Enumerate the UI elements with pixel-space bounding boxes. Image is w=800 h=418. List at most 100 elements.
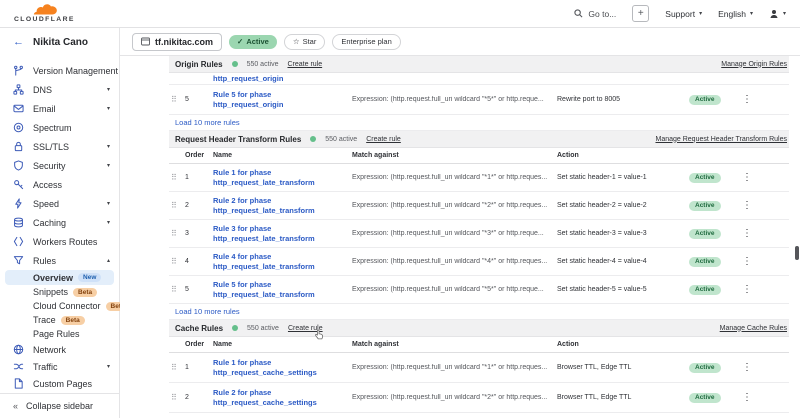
sidebar-item-spectrum[interactable]: Spectrum [0, 118, 119, 137]
col-match: Match against [352, 152, 557, 159]
sidebar-item-dns[interactable]: DNS ▾ [0, 80, 119, 99]
active-count: 550 active [247, 325, 279, 332]
shield-icon [13, 160, 24, 171]
drag-handle-icon[interactable]: ⠿ [169, 174, 185, 182]
goto-label: Go to... [588, 9, 616, 19]
rule-action: Set static header-3 = value-3 [557, 230, 689, 237]
section-title: Cache Rules [175, 324, 223, 333]
manage-transform-rules-link[interactable]: Manage Request Header Transform Rules [655, 136, 787, 143]
rule-match: Expression: (http.request.full_uri wildc… [352, 258, 557, 265]
star-button[interactable]: ☆ Star [284, 34, 326, 50]
sidebar-item-speed[interactable]: Speed ▾ [0, 194, 119, 213]
rule-order: 2 [185, 394, 213, 401]
sidebar-item-custom-pages[interactable]: Custom Pages [0, 375, 119, 392]
col-order: Order [185, 341, 213, 348]
rule-name-link[interactable]: Rule 2 for phasehttp_request_cache_setti… [213, 388, 352, 407]
sidebar-item-access[interactable]: Access [0, 175, 119, 194]
manage-cache-rules-link[interactable]: Manage Cache Rules [720, 325, 787, 332]
sidebar-item-ssl-tls[interactable]: SSL/TLS ▾ [0, 137, 119, 156]
rule-name-link[interactable]: Rule 5 for phasehttp_request_late_transf… [213, 280, 352, 299]
support-label: Support [665, 9, 695, 19]
sidebar-item-cloud-connector[interactable]: Cloud Connector Beta [0, 299, 119, 313]
cloudflare-logo[interactable]: CLOUDFLARE [14, 4, 75, 23]
add-button[interactable]: + [632, 5, 649, 22]
drag-handle-icon[interactable]: ⠿ [169, 394, 185, 402]
kebab-menu-icon[interactable]: ⋮ [742, 95, 752, 105]
col-match: Match against [352, 341, 557, 348]
sidebar-item-caching[interactable]: Caching ▾ [0, 213, 119, 232]
zone-status-badge: ✓ Active [229, 35, 277, 49]
drag-handle-icon[interactable]: ⠿ [169, 258, 185, 266]
rule-name-link[interactable]: Rule 1 for phasehttp_request_late_transf… [213, 168, 352, 187]
drag-handle-icon[interactable]: ⠿ [169, 202, 185, 210]
sidebar-item-traffic[interactable]: Traffic ▾ [0, 358, 119, 375]
drag-handle-icon[interactable]: ⠿ [169, 286, 185, 294]
create-rule-link[interactable]: Create rule [287, 61, 322, 68]
kebab-menu-icon[interactable]: ⋮ [742, 201, 752, 211]
active-dot-icon [232, 325, 238, 331]
drag-handle-icon[interactable]: ⠿ [169, 96, 185, 104]
rules-scroll-area: Origin Rules 550 active Create rule Mana… [120, 56, 800, 418]
table-column-headers: Order Name Match against Action [169, 148, 789, 164]
plan-badge: Enterprise plan [332, 34, 400, 50]
drag-handle-icon[interactable]: ⠿ [169, 364, 185, 372]
table-column-headers: Order Name Match against Action [169, 337, 789, 353]
sidebar-item-snippets[interactable]: Snippets Beta [0, 285, 119, 299]
sidebar-item-network[interactable]: Network [0, 341, 119, 358]
sidebar-item-overview[interactable]: Overview New [5, 270, 114, 285]
sidebar-item-workers-routes[interactable]: Workers Routes [0, 232, 119, 251]
kebab-menu-icon[interactable]: ⋮ [742, 285, 752, 295]
active-dot-icon [232, 61, 238, 67]
drag-handle-icon[interactable]: ⠿ [169, 230, 185, 238]
table-row: ⠿ 5 Rule 5 for phasehttp_request_late_tr… [169, 276, 789, 304]
back-arrow-icon[interactable]: ← [13, 36, 24, 48]
rule-name-link[interactable]: Rule 4 for phasehttp_request_late_transf… [213, 252, 352, 271]
kebab-menu-icon[interactable]: ⋮ [742, 257, 752, 267]
transform-rules-header: Request Header Transform Rules 550 activ… [169, 131, 789, 148]
account-row: ← Nikita Cano [0, 28, 119, 56]
main-content: tf.nikitac.com ✓ Active ☆ Star Enterpris… [120, 28, 800, 418]
collapse-sidebar-button[interactable]: « Collapse sidebar [0, 393, 119, 418]
rule-name-link[interactable]: Rule 1 for phasehttp_request_cache_setti… [213, 358, 352, 377]
spectrum-icon [13, 122, 24, 133]
language-menu[interactable]: English ▾ [718, 9, 753, 19]
sidebar-item-trace[interactable]: Trace Beta [0, 313, 119, 327]
kebab-menu-icon[interactable]: ⋮ [742, 173, 752, 183]
funnel-icon [13, 255, 24, 266]
manage-origin-rules-link[interactable]: Manage Origin Rules [721, 61, 787, 68]
status-badge: Active [689, 173, 721, 183]
rule-name-link[interactable]: Rule 5 for phasehttp_request_origin [213, 90, 352, 109]
rule-order: 1 [185, 174, 213, 181]
load-more-link[interactable]: Load 10 more rules [175, 307, 240, 316]
table-row-clipped: ⠿ 3 Rule 3 for phasehttp_request_cache_s… [169, 413, 789, 418]
kebab-menu-icon[interactable]: ⋮ [742, 393, 752, 403]
create-rule-link[interactable]: Create rule [288, 325, 323, 332]
sidebar-item-email[interactable]: Email ▾ [0, 99, 119, 118]
sidebar-item-version-management[interactable]: Version Management [0, 61, 119, 80]
section-title: Origin Rules [175, 60, 223, 69]
rule-action: Set static header-5 = value-5 [557, 286, 689, 293]
support-menu[interactable]: Support ▾ [665, 9, 702, 19]
zone-selector[interactable]: tf.nikitac.com [132, 33, 222, 51]
col-order: Order [185, 152, 213, 159]
table-row: ⠿ 2 Rule 2 for phasehttp_request_late_tr… [169, 192, 789, 220]
rule-name-link[interactable]: Rule 3 for phasehttp_request_late_transf… [213, 224, 352, 243]
caret-down-icon: ▾ [699, 10, 702, 17]
caret-down-icon: ▾ [107, 86, 110, 93]
kebab-menu-icon[interactable]: ⋮ [742, 363, 752, 373]
rule-action: Set static header-2 = value-2 [557, 202, 689, 209]
sidebar-item-security[interactable]: Security ▾ [0, 156, 119, 175]
kebab-menu-icon[interactable]: ⋮ [742, 229, 752, 239]
account-menu[interactable]: ▾ [769, 9, 786, 19]
load-more-link[interactable]: Load 10 more rules [175, 118, 240, 127]
create-rule-link[interactable]: Create rule [366, 136, 401, 143]
sidebar-item-rules[interactable]: Rules ▴ [0, 251, 119, 270]
goto-search[interactable]: Go to... [574, 9, 616, 19]
rule-match: Expression: (http.request.full_uri wildc… [352, 286, 557, 293]
globe-icon [13, 344, 24, 355]
sidebar-item-page-rules[interactable]: Page Rules [0, 327, 119, 341]
rule-name-link[interactable]: Rule 2 for phasehttp_request_late_transf… [213, 196, 352, 215]
scrollbar-thumb[interactable] [795, 246, 799, 260]
caret-down-icon: ▾ [750, 10, 753, 17]
status-badge: Active [689, 257, 721, 267]
